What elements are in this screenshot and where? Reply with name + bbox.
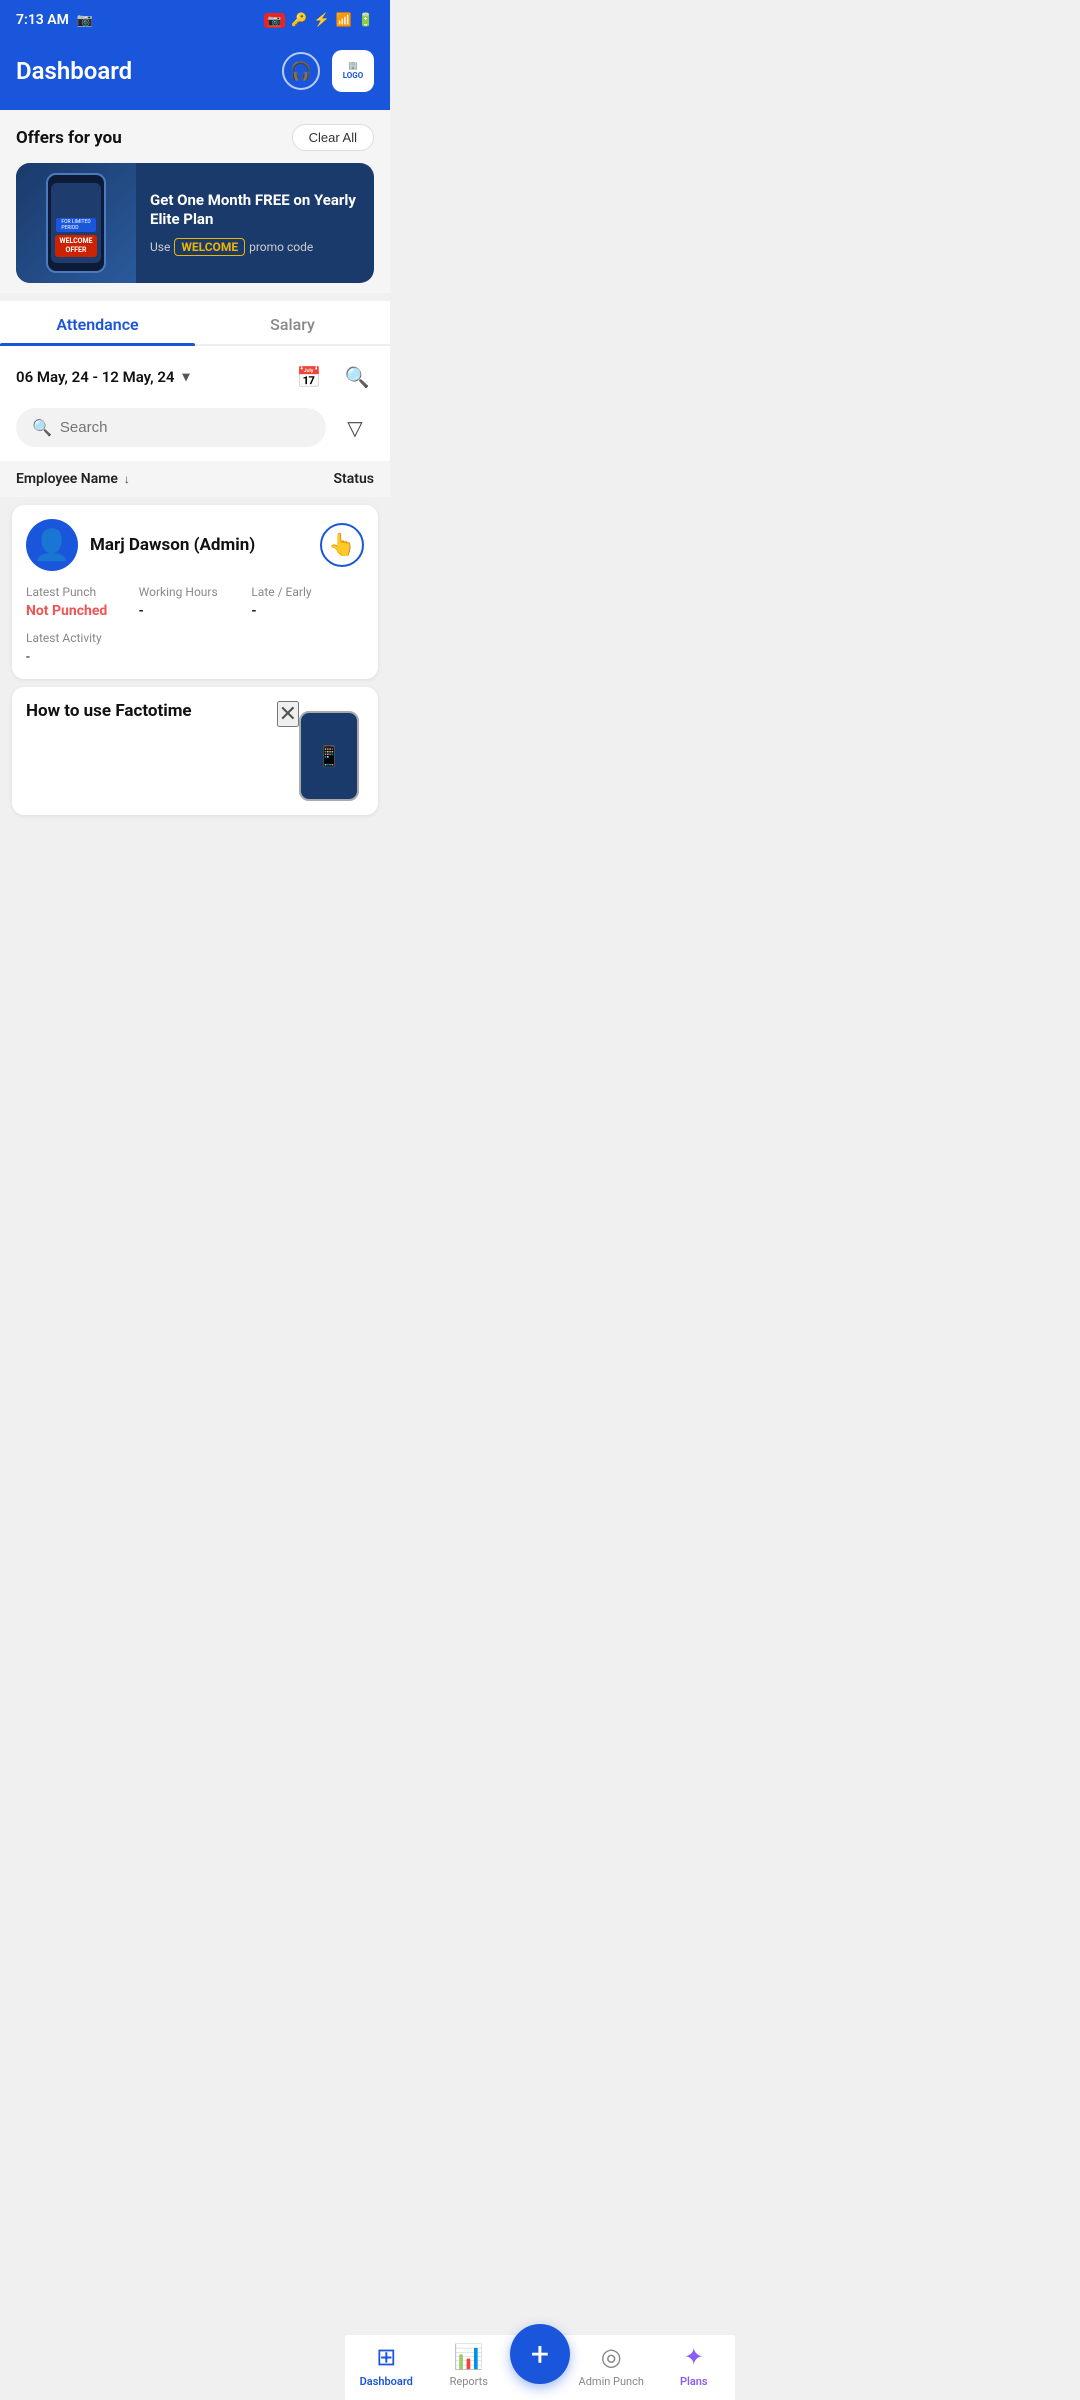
date-range-row: 06 May, 24 - 12 May, 24 ▾ 📅 🔍 [0, 346, 390, 408]
date-actions: 📅 🔍 [292, 360, 374, 394]
howto-card: How to use Factotime ✕ 📱 [12, 687, 378, 815]
headphone-icon: 🎧 [290, 61, 312, 82]
employee-name-label: Employee Name [16, 471, 118, 487]
search-input-icon: 🔍 [32, 418, 52, 437]
phone-screen-icon: 📱 [317, 744, 342, 768]
bluetooth-icon: ⚡ [313, 13, 329, 28]
banner-content: Get One Month FREE on Yearly Elite Plan … [136, 163, 374, 283]
bottom-navigation: ⊞ Dashboard 📊 Reports + ◎ Admin Punch ✦ … [345, 2334, 735, 2400]
howto-phone-image: 📱 [299, 711, 369, 801]
employee-card-header: 👤 Marj Dawson (Admin) 👆 [26, 519, 364, 571]
nav-item-plans[interactable]: ✦ Plans [653, 2343, 736, 2388]
add-icon: + [531, 2335, 549, 2373]
offers-title: Offers for you [16, 128, 122, 148]
working-hours-label: Working Hours [139, 585, 252, 599]
search-icon: 🔍 [345, 365, 370, 389]
app-header: Dashboard 🎧 🏢LOGO [0, 40, 390, 110]
status-time: 7:13 AM 📷 [16, 12, 93, 28]
battery-icon: 🔋 [358, 13, 374, 28]
status-column-header: Status [334, 471, 374, 487]
working-hours-col: Working Hours - [139, 585, 252, 619]
touch-icon: 👆 [328, 533, 355, 558]
working-hours-value: - [139, 603, 252, 619]
search-input[interactable] [60, 419, 310, 436]
key-icon: 🔑 [291, 13, 307, 28]
chevron-down-icon: ▾ [182, 369, 189, 385]
filter-button[interactable]: ▽ [336, 409, 374, 447]
promo-line: Use WELCOME promo code [150, 238, 360, 256]
dashboard-nav-label: Dashboard [360, 2375, 413, 2388]
late-early-label: Late / Early [251, 585, 364, 599]
avatar-person-icon: 👤 [33, 528, 70, 563]
page-title: Dashboard [16, 57, 132, 85]
search-row: 🔍 ▽ [0, 408, 390, 461]
calendar-icon-button[interactable]: 📅 [292, 360, 326, 394]
promo-code: WELCOME [174, 238, 245, 256]
howto-phone-mockup: 📱 [299, 711, 359, 801]
sort-arrow-icon: ↓ [124, 472, 130, 486]
howto-content: How to use Factotime [26, 701, 277, 721]
promo-prefix: Use [150, 240, 170, 254]
tab-salary[interactable]: Salary [195, 301, 390, 344]
reports-nav-label: Reports [450, 2375, 488, 2388]
video-icon: 📷 [77, 13, 93, 28]
employee-name: Marj Dawson (Admin) [90, 535, 308, 555]
howto-close-button[interactable]: ✕ [277, 701, 299, 727]
table-header: Employee Name ↓ Status [0, 461, 390, 497]
time-display: 7:13 AM [16, 12, 69, 28]
calendar-icon: 📅 [297, 365, 322, 389]
tab-attendance[interactable]: Attendance [0, 301, 195, 344]
headphone-button[interactable]: 🎧 [282, 52, 320, 90]
search-icon-button[interactable]: 🔍 [340, 360, 374, 394]
promo-suffix: promo code [249, 240, 313, 254]
touch-button[interactable]: 👆 [320, 523, 364, 567]
fab-add-button[interactable]: + [510, 2324, 570, 2384]
admin-punch-nav-label: Admin Punch [579, 2375, 644, 2388]
avatar: 👤 [26, 519, 78, 571]
latest-punch-col: Latest Punch Not Punched [26, 585, 139, 619]
employee-stats: Latest Punch Not Punched Working Hours -… [26, 585, 364, 619]
latest-punch-value: Not Punched [26, 603, 139, 619]
latest-punch-label: Latest Punch [26, 585, 139, 599]
for-limited-period-badge: FOR LIMITEDPERIOD [56, 218, 96, 232]
nav-item-admin-punch[interactable]: ◎ Admin Punch [570, 2343, 653, 2388]
employee-card: 👤 Marj Dawson (Admin) 👆 Latest Punch Not… [12, 505, 378, 679]
phone-screen: FOR LIMITEDPERIOD WELCOMEOFFER [51, 183, 101, 263]
plans-nav-label: Plans [680, 2375, 708, 2388]
phone-mockup: FOR LIMITEDPERIOD WELCOMEOFFER [46, 173, 106, 273]
nav-item-reports[interactable]: 📊 Reports [428, 2343, 511, 2388]
section-tabs: Attendance Salary [0, 301, 390, 346]
banner-title: Get One Month FREE on Yearly Elite Plan [150, 191, 360, 230]
banner-image: FOR LIMITEDPERIOD WELCOMEOFFER [16, 163, 136, 283]
dashboard-nav-icon: ⊞ [376, 2343, 396, 2371]
logo-icon: 🏢LOGO [343, 61, 364, 80]
status-icons: 📷 🔑 ⚡ 📶 🔋 [264, 13, 374, 28]
offers-header: Offers for you Clear All [16, 124, 374, 151]
header-actions: 🎧 🏢LOGO [282, 50, 374, 92]
date-range-selector[interactable]: 06 May, 24 - 12 May, 24 ▾ [16, 368, 190, 386]
latest-activity-value: - [26, 649, 364, 665]
logo-button[interactable]: 🏢LOGO [332, 50, 374, 92]
wifi-icon: 📶 [336, 13, 352, 28]
latest-activity-label: Latest Activity [26, 631, 364, 645]
offers-section: Offers for you Clear All FOR LIMITEDPERI… [0, 110, 390, 293]
plans-nav-icon: ✦ [684, 2343, 704, 2371]
howto-title: How to use Factotime [26, 701, 277, 721]
search-box[interactable]: 🔍 [16, 408, 326, 447]
nav-item-dashboard[interactable]: ⊞ Dashboard [345, 2343, 428, 2388]
date-range-label: 06 May, 24 - 12 May, 24 [16, 368, 174, 386]
clear-all-button[interactable]: Clear All [292, 124, 374, 151]
filter-icon: ▽ [347, 416, 362, 440]
status-bar: 7:13 AM 📷 📷 🔑 ⚡ 📶 🔋 [0, 0, 390, 40]
admin-punch-nav-icon: ◎ [601, 2343, 622, 2371]
offer-banner-card[interactable]: FOR LIMITEDPERIOD WELCOMEOFFER Get One M… [16, 163, 374, 283]
camera-icon: 📷 [264, 13, 286, 28]
employee-activity: Latest Activity - [26, 631, 364, 665]
employee-name-column-header[interactable]: Employee Name ↓ [16, 471, 130, 487]
late-early-col: Late / Early - [251, 585, 364, 619]
late-early-value: - [251, 603, 364, 619]
welcome-badge: WELCOMEOFFER [55, 235, 96, 257]
reports-nav-icon: 📊 [454, 2343, 484, 2371]
